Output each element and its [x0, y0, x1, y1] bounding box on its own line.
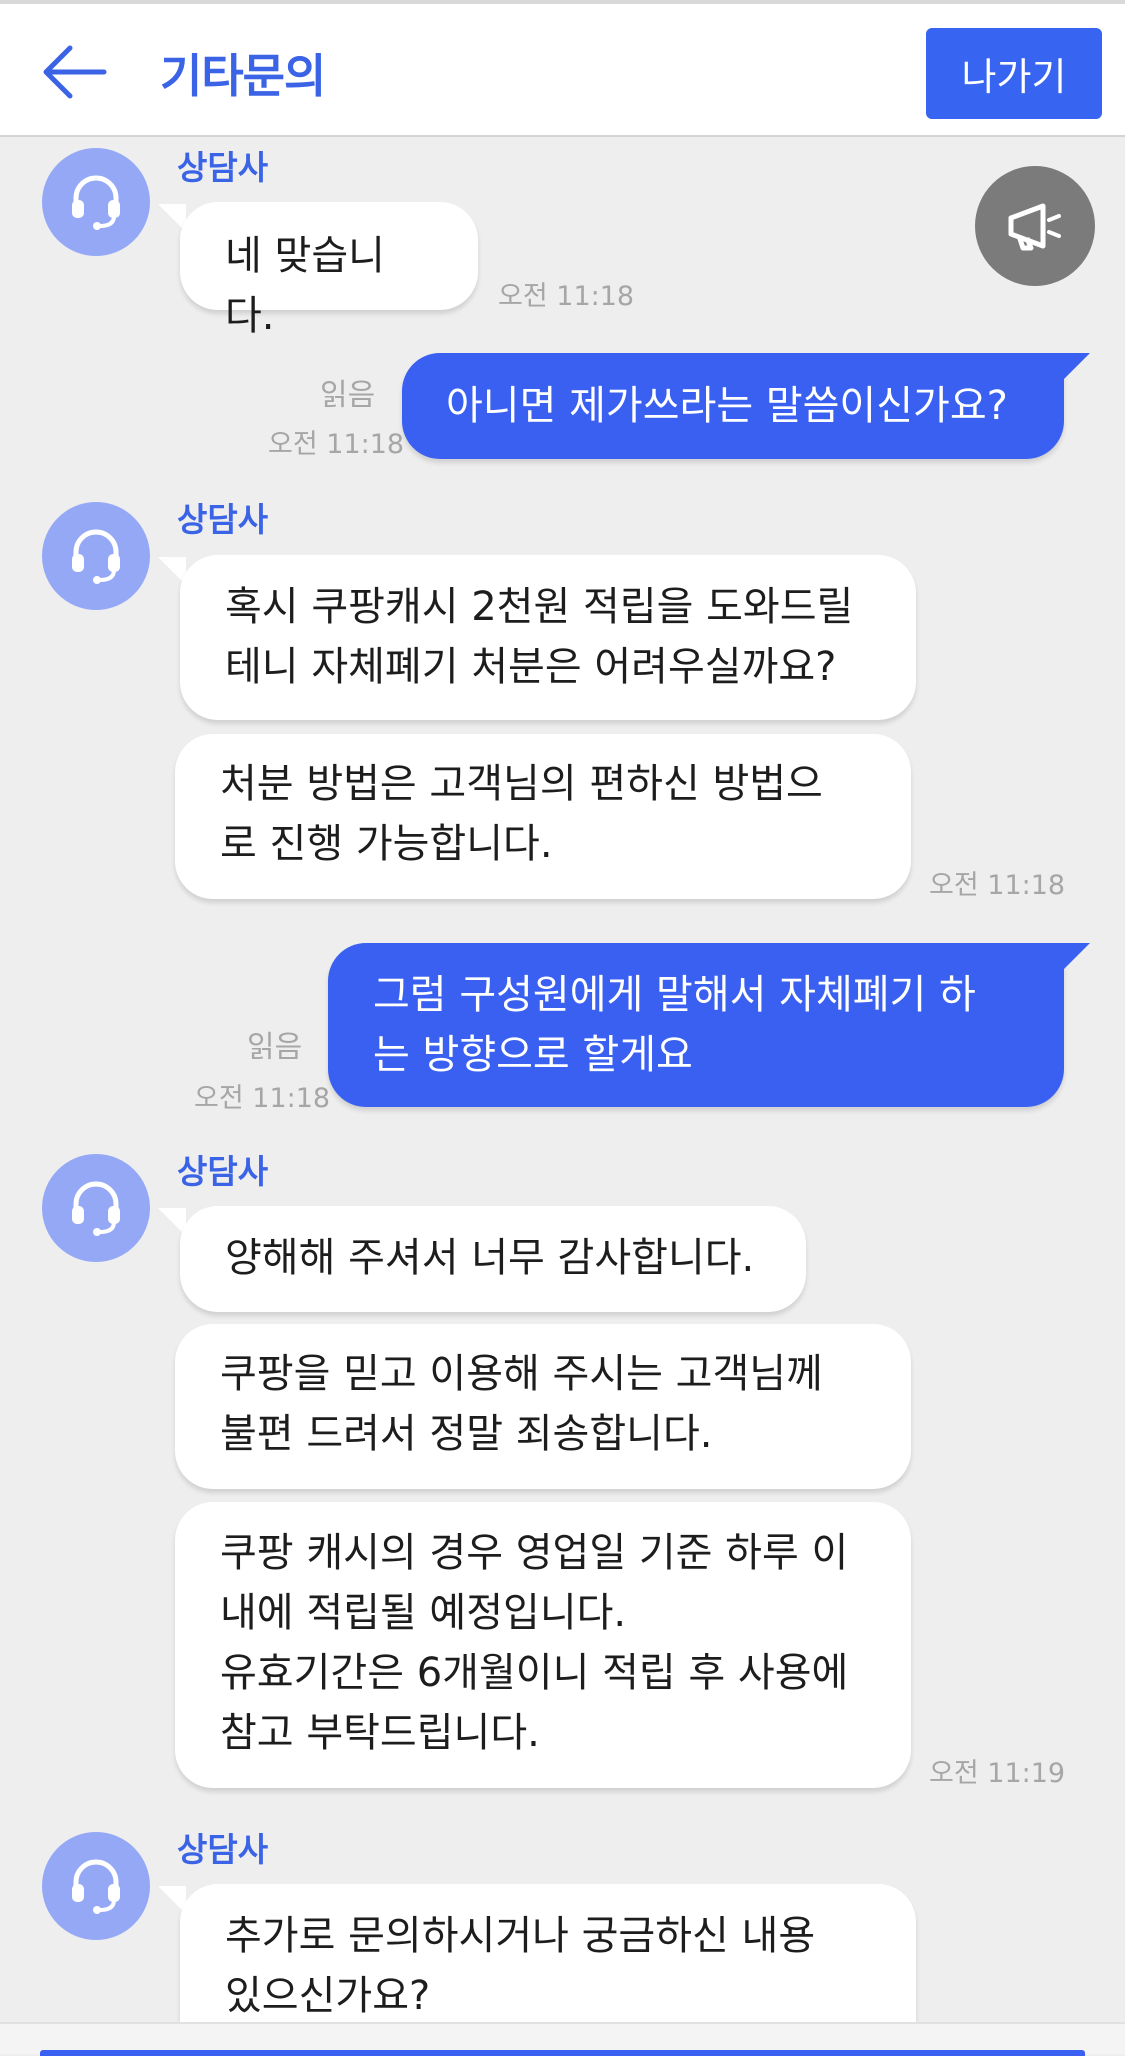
- headset-icon: [72, 529, 120, 584]
- headset-icon: [72, 1859, 120, 1914]
- megaphone-icon: [1008, 203, 1061, 251]
- bubble-tail: [1064, 943, 1090, 969]
- message-bubble: 쿠팡을 믿고 이용해 주시는 고객님께 불편 드려서 정말 죄송합니다.: [175, 1324, 911, 1489]
- chat-area[interactable]: 상담사 네 맞습니다. 오전 11:18 읽음 오전 11:18 아니면 제가쓰…: [0, 137, 1125, 2022]
- input-bar-accent: [40, 2050, 1085, 2056]
- message-bubble: 네 맞습니다.: [180, 202, 478, 339]
- my-message-bubble: 아니면 제가쓰라는 말씀이신가요?: [402, 353, 1064, 459]
- message-time: 오전 11:18: [268, 429, 405, 460]
- notice-button[interactable]: [975, 166, 1095, 286]
- read-receipt: 읽음: [320, 378, 376, 413]
- my-message-bubble: 그럼 구성원에게 말해서 자체폐기 하 는 방향으로 할게요: [328, 943, 1064, 1107]
- sender-name: 상담사: [177, 148, 269, 187]
- headset-icon: [72, 175, 120, 230]
- read-receipt: 읽음: [247, 1030, 303, 1065]
- page-title: 기타문의: [160, 49, 326, 103]
- sender-name: 상담사: [177, 1152, 269, 1191]
- message-bubble: 쿠팡 캐시의 경우 영업일 기준 하루 이 내에 적립될 예정입니다. 유효기간…: [175, 1502, 911, 1788]
- message-time: 오전 11:18: [194, 1083, 331, 1114]
- message-time: 오전 11:18: [929, 870, 1066, 901]
- arrow-left-icon: [43, 45, 107, 99]
- agent-avatar: [42, 148, 150, 256]
- agent-avatar: [42, 502, 150, 610]
- message-bubble: 혹시 쿠팡캐시 2천원 적립을 도와드릴 테니 자체폐기 처분은 어려우실까요?: [180, 555, 916, 720]
- agent-avatar: [42, 1832, 150, 1940]
- back-button[interactable]: [40, 40, 110, 104]
- bubble-tail: [1064, 353, 1090, 379]
- sender-name: 상담사: [177, 1830, 269, 1869]
- input-bar[interactable]: [0, 2022, 1125, 2056]
- message-time: 오전 11:19: [929, 1758, 1066, 1789]
- sender-name: 상담사: [177, 500, 269, 539]
- message-bubble: 양해해 주셔서 너무 감사합니다.: [180, 1206, 806, 1312]
- exit-button[interactable]: 나가기: [926, 28, 1102, 119]
- message-bubble: 처분 방법은 고객님의 편하신 방법으 로 진행 가능합니다.: [175, 734, 911, 899]
- headset-icon: [72, 1181, 120, 1236]
- header-bar: 기타문의 나가기: [0, 0, 1125, 137]
- agent-avatar: [42, 1154, 150, 1262]
- message-time: 오전 11:18: [498, 281, 635, 312]
- message-bubble: 추가로 문의하시거나 궁금하신 내용 있으신가요?: [180, 1884, 916, 2022]
